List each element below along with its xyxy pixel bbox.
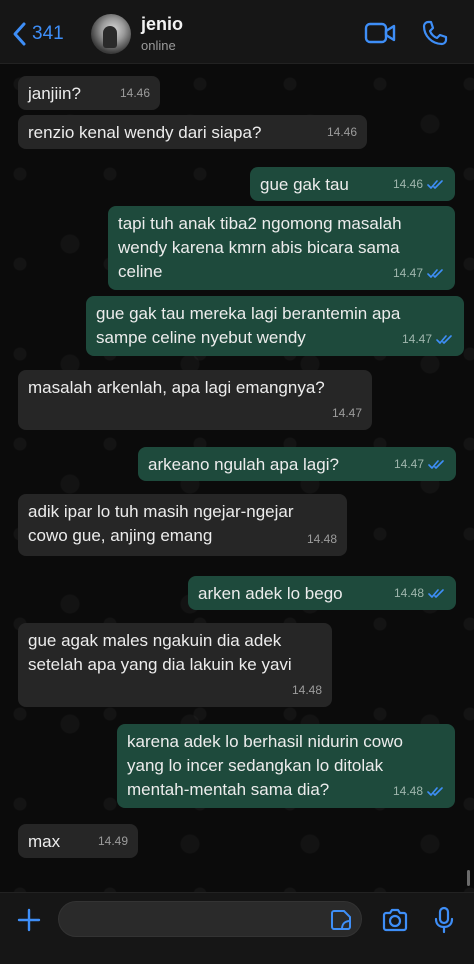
message-text: adik ipar lo tuh masih ngejar-ngejar cow… <box>28 502 294 545</box>
message-meta: 14.47 <box>332 401 362 425</box>
message-bubble-incoming[interactable]: masalah arkenlah, apa lagi emangnya? 14.… <box>18 370 372 430</box>
message-bubble-incoming[interactable]: gue agak males ngakuin dia adek setelah … <box>18 623 332 707</box>
message-bubble-outgoing[interactable]: tapi tuh anak tiba2 ngomong masalah wend… <box>108 206 455 290</box>
message-meta: 14.47 <box>402 327 454 351</box>
message-text: gue gak tau mereka lagi berantemin apa s… <box>96 304 401 347</box>
double-check-icon <box>428 459 444 469</box>
message-meta: 14.48 <box>307 527 337 551</box>
message-time: 14.46 <box>119 86 150 100</box>
message-meta: 14.47 <box>393 261 445 285</box>
double-check-icon <box>427 786 443 796</box>
scrollbar[interactable] <box>467 870 470 886</box>
message-time: 14.47 <box>393 457 424 471</box>
message-text: gue agak males ngakuin dia adek setelah … <box>28 631 292 674</box>
message-bubble-incoming[interactable]: max 14.49 <box>18 824 138 858</box>
message-time: 14.48 <box>306 532 337 546</box>
chevron-left-icon <box>13 22 26 46</box>
message-meta: 14.46 <box>393 172 445 196</box>
double-check-icon <box>427 179 443 189</box>
message-text: renzio kenal wendy dari siapa? <box>28 123 262 142</box>
message-bubble-incoming[interactable]: adik ipar lo tuh masih ngejar-ngejar cow… <box>18 494 347 556</box>
avatar[interactable] <box>91 14 131 54</box>
chat-screen: 341 jenio online janjiin? 14.46 renzio k… <box>0 0 474 964</box>
sticker-icon[interactable] <box>330 909 352 931</box>
message-bubble-incoming[interactable]: janjiin? 14.46 <box>18 76 160 110</box>
camera-icon[interactable] <box>381 907 409 933</box>
message-meta: 14.48 <box>393 779 445 803</box>
message-input-bar <box>0 892 474 964</box>
unread-count: 341 <box>32 23 64 44</box>
message-meta: 14.46 <box>327 120 357 144</box>
message-time: 14.47 <box>392 266 423 280</box>
message-text: masalah arkenlah, apa lagi emangnya? <box>28 378 325 397</box>
video-call-icon[interactable] <box>364 20 396 46</box>
message-meta: 14.47 <box>394 452 446 476</box>
message-input[interactable] <box>58 901 362 937</box>
message-time: 14.46 <box>326 125 357 139</box>
message-bubble-outgoing[interactable]: gue gak tau mereka lagi berantemin apa s… <box>86 296 464 356</box>
contact-name[interactable]: jenio <box>141 14 183 35</box>
message-time: 14.49 <box>97 834 128 848</box>
message-list[interactable]: janjiin? 14.46 renzio kenal wendy dari s… <box>0 64 474 892</box>
message-bubble-outgoing[interactable]: arkeano ngulah apa lagi? 14.47 <box>138 447 456 481</box>
message-bubble-incoming[interactable]: renzio kenal wendy dari siapa? 14.46 <box>18 115 367 149</box>
message-meta: 14.49 <box>98 829 128 853</box>
message-time: 14.47 <box>331 406 362 420</box>
message-bubble-outgoing[interactable]: karena adek lo berhasil nidurin cowo yan… <box>117 724 455 808</box>
contact-status: online <box>141 38 176 53</box>
plus-icon[interactable] <box>16 907 42 933</box>
message-time: 14.48 <box>393 586 424 600</box>
message-bubble-outgoing[interactable]: arken adek lo bego 14.48 <box>188 576 456 610</box>
microphone-icon[interactable] <box>434 906 454 934</box>
double-check-icon <box>428 588 444 598</box>
message-time: 14.47 <box>401 332 432 346</box>
message-meta: 14.46 <box>120 81 150 105</box>
message-time: 14.48 <box>291 683 322 697</box>
message-time: 14.46 <box>392 177 423 191</box>
back-button[interactable]: 341 <box>10 18 64 50</box>
message-meta: 14.48 <box>292 678 322 702</box>
message-time: 14.48 <box>392 784 423 798</box>
message-meta: 14.48 <box>394 581 446 605</box>
chat-header: 341 jenio online <box>0 0 474 64</box>
phone-icon[interactable] <box>422 20 448 46</box>
double-check-icon <box>436 334 452 344</box>
message-bubble-outgoing[interactable]: gue gak tau 14.46 <box>250 167 455 201</box>
double-check-icon <box>427 268 443 278</box>
